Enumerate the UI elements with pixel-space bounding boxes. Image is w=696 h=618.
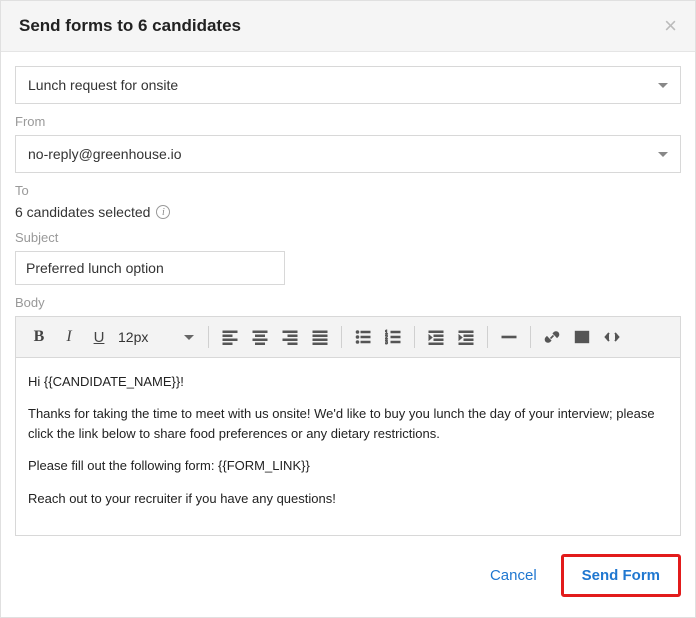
template-select-value: Lunch request for onsite	[28, 77, 178, 93]
outdent-button[interactable]	[421, 323, 451, 351]
toolbar-separator	[530, 326, 531, 348]
template-select[interactable]: Lunch request for onsite	[15, 66, 681, 104]
toolbar-separator	[208, 326, 209, 348]
numbered-list-button[interactable]: 123	[378, 323, 408, 351]
editor-toolbar: B I U 12px 123	[16, 317, 680, 358]
font-size-select[interactable]: 12px	[114, 323, 202, 351]
font-size-value: 12px	[118, 329, 148, 345]
bullet-list-button[interactable]	[348, 323, 378, 351]
toolbar-separator	[414, 326, 415, 348]
body-paragraph: Thanks for taking the time to meet with …	[28, 404, 668, 444]
align-justify-button[interactable]	[305, 323, 335, 351]
modal-footer: Cancel Send Form	[1, 536, 695, 617]
chevron-down-icon	[184, 335, 194, 340]
body-paragraph: Hi {{CANDIDATE_NAME}}!	[28, 372, 668, 392]
image-button[interactable]	[567, 323, 597, 351]
svg-text:3: 3	[385, 340, 388, 345]
subject-input[interactable]	[15, 251, 285, 285]
subject-label: Subject	[15, 230, 681, 245]
horizontal-rule-button[interactable]	[494, 323, 524, 351]
editor-content[interactable]: Hi {{CANDIDATE_NAME}}! Thanks for taking…	[16, 358, 680, 535]
cancel-button[interactable]: Cancel	[490, 567, 537, 584]
link-button[interactable]	[537, 323, 567, 351]
toolbar-separator	[487, 326, 488, 348]
body-label: Body	[15, 295, 681, 310]
from-label: From	[15, 114, 681, 129]
body-editor: B I U 12px 123	[15, 316, 681, 536]
align-left-button[interactable]	[215, 323, 245, 351]
from-select-value: no-reply@greenhouse.io	[28, 146, 182, 162]
body-paragraph: Reach out to your recruiter if you have …	[28, 489, 668, 509]
align-right-button[interactable]	[275, 323, 305, 351]
chevron-down-icon	[658, 83, 668, 88]
modal-body: Lunch request for onsite From no-reply@g…	[1, 52, 695, 536]
underline-button[interactable]: U	[84, 323, 114, 351]
toolbar-separator	[341, 326, 342, 348]
italic-button[interactable]: I	[54, 323, 84, 351]
code-button[interactable]	[597, 323, 627, 351]
modal-header: Send forms to 6 candidates ×	[1, 1, 695, 52]
send-button-highlight: Send Form	[561, 554, 681, 597]
to-row: 6 candidates selected i	[15, 204, 681, 220]
body-paragraph: Please fill out the following form: {{FO…	[28, 456, 668, 476]
to-value: 6 candidates selected	[15, 204, 150, 220]
chevron-down-icon	[658, 152, 668, 157]
send-forms-modal: Send forms to 6 candidates × Lunch reque…	[0, 0, 696, 618]
bold-button[interactable]: B	[24, 323, 54, 351]
from-select[interactable]: no-reply@greenhouse.io	[15, 135, 681, 173]
info-icon[interactable]: i	[156, 205, 170, 219]
to-label: To	[15, 183, 681, 198]
send-form-button[interactable]: Send Form	[564, 557, 678, 594]
modal-title: Send forms to 6 candidates	[19, 16, 241, 36]
close-icon[interactable]: ×	[664, 15, 677, 37]
indent-button[interactable]	[451, 323, 481, 351]
align-center-button[interactable]	[245, 323, 275, 351]
